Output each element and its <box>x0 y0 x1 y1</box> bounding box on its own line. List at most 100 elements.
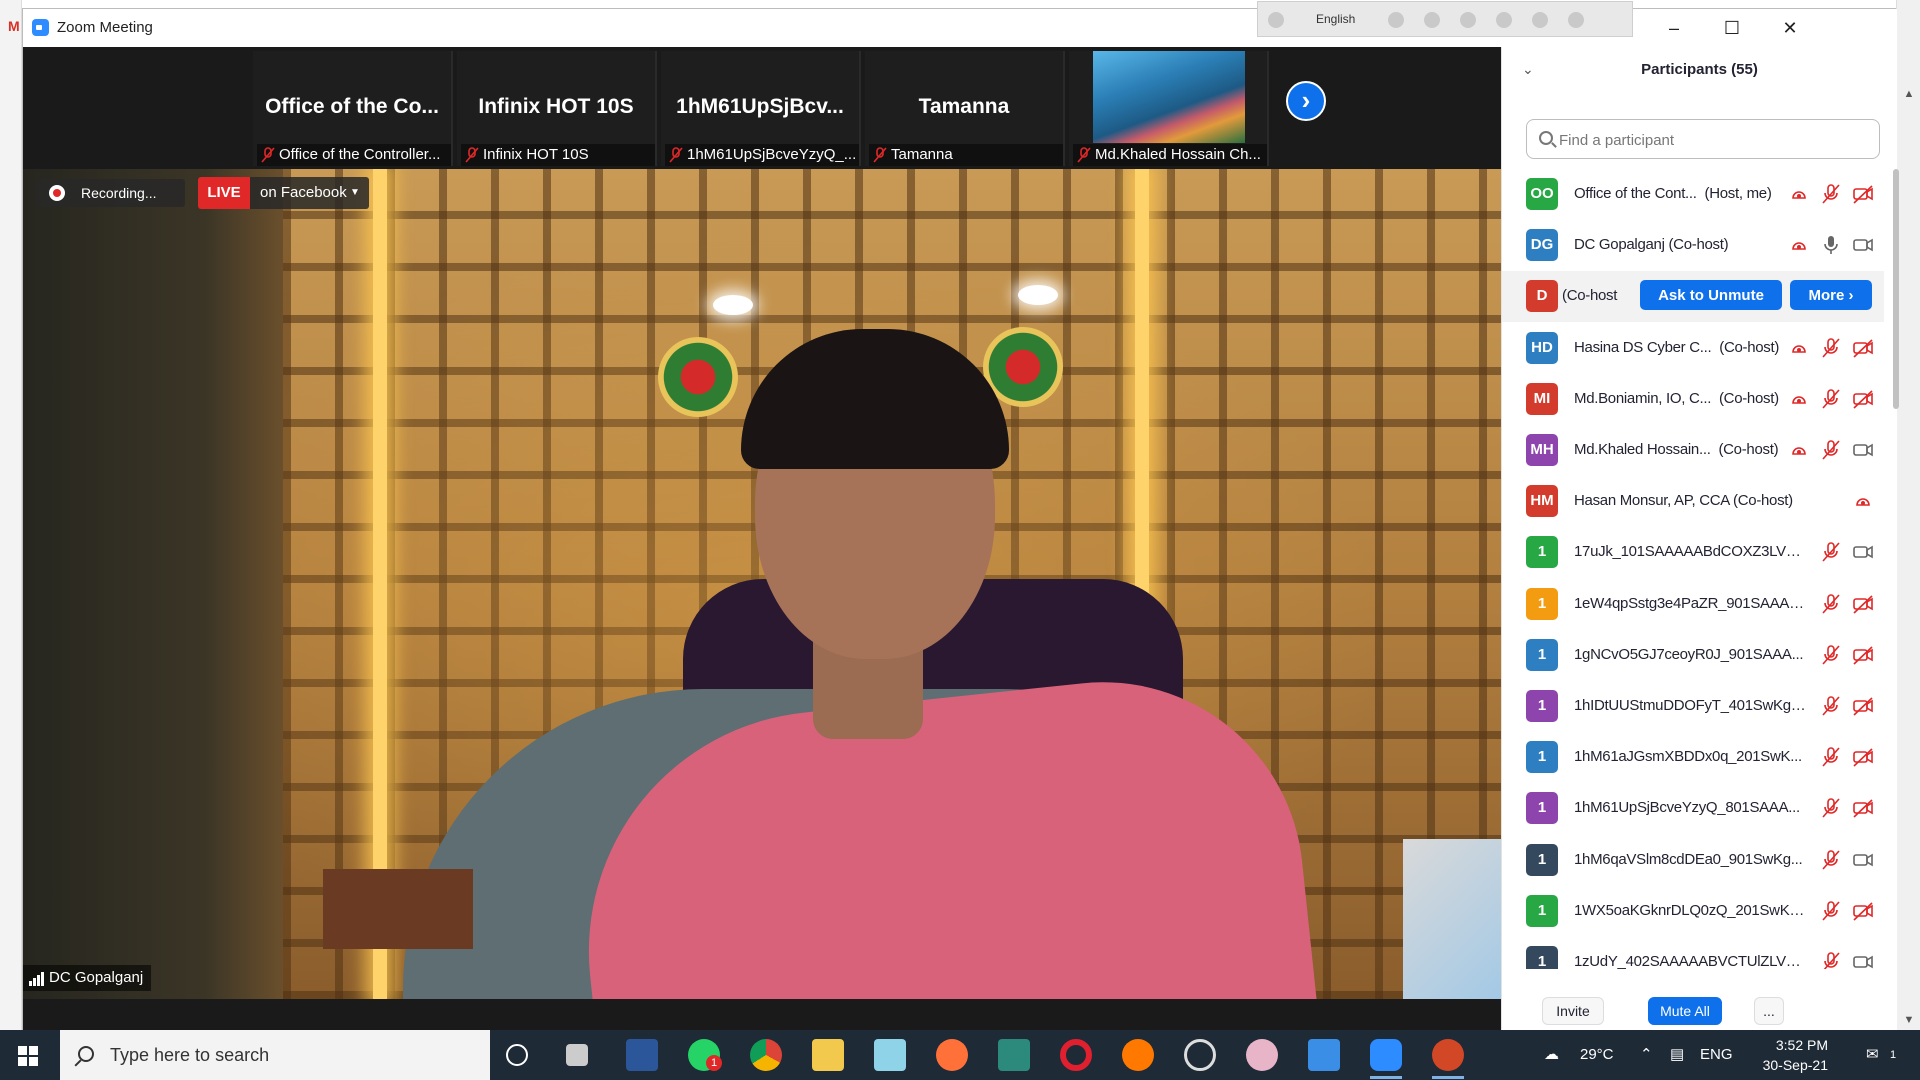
participant-row[interactable]: 1 1hM61UpSjBcveYzyQ_801SAAA... <box>1502 783 1884 834</box>
participant-row[interactable]: HM Hasan Monsur, AP, CCA (Co-host) <box>1502 476 1884 527</box>
mic-muted-icon[interactable] <box>1820 183 1842 205</box>
info-icon[interactable] <box>1568 12 1584 28</box>
avatar: 1 <box>1526 690 1558 722</box>
mic-muted-icon[interactable] <box>1820 439 1842 461</box>
taskbar-search-placeholder: Type here to search <box>110 1045 270 1065</box>
participant-search[interactable] <box>1526 119 1880 159</box>
mic-muted-icon[interactable] <box>1820 337 1842 359</box>
more-options-button[interactable]: ... <box>1754 997 1784 1025</box>
recording-status-icon <box>1788 234 1810 256</box>
word-icon[interactable] <box>626 1039 658 1071</box>
participant-row[interactable]: 1 1hIDtUUStmuDDOFyT_401SwKgr... <box>1502 681 1884 732</box>
scroll-up-icon[interactable]: ▲ <box>1901 86 1917 102</box>
windows-start-icon[interactable] <box>18 1046 38 1066</box>
weather-temp[interactable]: 29°C <box>1580 1030 1614 1080</box>
mic-muted-icon[interactable] <box>1820 746 1842 768</box>
photos-icon[interactable] <box>1308 1039 1340 1071</box>
file-explorer-icon[interactable] <box>812 1039 844 1071</box>
obs-icon[interactable] <box>1184 1039 1216 1071</box>
cortana-icon[interactable] <box>506 1044 528 1066</box>
cloud-icon[interactable] <box>1388 12 1404 28</box>
edge-icon[interactable] <box>1496 12 1512 28</box>
keyboard-icon[interactable] <box>1268 12 1284 28</box>
participant-row[interactable]: 1 1hM61aJGsmXBDDx0q_201SwK... <box>1502 732 1884 783</box>
taskbar-search[interactable]: Type here to search <box>60 1030 490 1080</box>
mic-muted-icon[interactable] <box>1820 541 1842 563</box>
help-icon[interactable] <box>1532 12 1548 28</box>
background-scrollbar[interactable]: ▲ ▼ <box>1896 0 1920 1030</box>
participant-name: 1hM61aJGsmXBDDx0q_201SwK... <box>1574 748 1806 765</box>
participant-row[interactable]: D (Co-host Ask to Unmute More › <box>1502 271 1884 322</box>
participant-status-icons <box>1784 439 1874 461</box>
avatar: 1 <box>1526 741 1558 773</box>
thumbnail-tile[interactable]: Md.Khaled Hossain Ch... <box>1069 51 1269 166</box>
participant-role: (Host, me) <box>1700 185 1772 202</box>
mic-muted-icon[interactable] <box>1820 849 1842 871</box>
participant-list[interactable]: OO Office of the Cont... (Host, me) DG DC G… <box>1502 169 1884 969</box>
participant-name: 1eW4qpSstg3e4PaZR_901SAAAA... <box>1574 595 1806 612</box>
close-button[interactable]: ✕ <box>1767 13 1813 43</box>
mute-all-button[interactable]: Mute All <box>1648 997 1722 1025</box>
live-stream-indicator[interactable]: LIVE on Facebook ▼ <box>198 177 369 209</box>
paint-icon[interactable] <box>1246 1039 1278 1071</box>
notes-icon[interactable] <box>874 1039 906 1071</box>
mic-icon[interactable] <box>1820 234 1842 256</box>
thumbnail-tile[interactable]: Tamanna Tamanna <box>865 51 1065 166</box>
task-view-icon[interactable] <box>566 1044 588 1066</box>
next-page-button[interactable]: › <box>1286 81 1326 121</box>
ask-to-unmute-button[interactable]: Ask to Unmute <box>1640 280 1782 310</box>
mic-muted-icon[interactable] <box>1820 900 1842 922</box>
zoom-icon[interactable] <box>1370 1039 1402 1079</box>
powerpoint-icon[interactable] <box>1432 1039 1464 1079</box>
participant-list-scrollbar[interactable] <box>1893 169 1899 409</box>
participant-row[interactable]: OO Office of the Cont... (Host, me) <box>1502 169 1884 220</box>
participant-row[interactable]: 1 1zUdY_402SAAAAABVCTUlZLVds... <box>1502 937 1884 969</box>
maximize-button[interactable]: ☐ <box>1709 13 1755 43</box>
camtasia-icon[interactable] <box>998 1039 1030 1071</box>
more-button[interactable]: More › <box>1790 280 1872 310</box>
avatar: 1 <box>1526 895 1558 927</box>
chevron-down-icon: ▼ <box>350 187 360 198</box>
clock-time: 3:52 PM <box>1775 1037 1828 1053</box>
mic-muted-icon[interactable] <box>1820 388 1842 410</box>
participant-row[interactable]: HD Hasina DS Cyber C... (Co-host) <box>1502 323 1884 374</box>
settings-icon[interactable] <box>1460 12 1476 28</box>
language-label[interactable]: English <box>1316 12 1355 26</box>
participant-row[interactable]: 1 1WX5oaKGknrDLQ0zQ_201SwKg... <box>1502 886 1884 937</box>
invite-button[interactable]: Invite <box>1542 997 1604 1025</box>
participant-row[interactable]: MI Md.Boniamin, IO, C... (Co-host) <box>1502 374 1884 425</box>
minimize-button[interactable]: – <box>1651 13 1697 43</box>
thumbnail-tile[interactable]: Office of the Co... Office of the Contro… <box>253 51 453 166</box>
thumbnail-tile[interactable]: Infinix HOT 10S Infinix HOT 10S <box>457 51 657 166</box>
participant-search-input[interactable] <box>1559 128 1859 152</box>
recording-indicator[interactable]: Recording... <box>35 179 185 207</box>
opera-icon[interactable] <box>1060 1039 1092 1071</box>
mic-muted-icon[interactable] <box>1820 644 1842 666</box>
language-toolbar: English <box>1257 1 1633 37</box>
participant-row[interactable]: 1 17uJk_101SAAAAABdCOXZ3LVN... <box>1502 527 1884 578</box>
input-language[interactable]: ENG <box>1700 1030 1733 1080</box>
avast-icon[interactable] <box>1122 1039 1154 1071</box>
notification-icon[interactable]: ✉ <box>1866 1030 1879 1080</box>
participant-row[interactable]: 1 1eW4qpSstg3e4PaZR_901SAAAA... <box>1502 579 1884 630</box>
thumbnail-label: Office of the Controller... <box>257 144 451 166</box>
participant-row[interactable]: 1 1gNCvO5GJ7ceoyR0J_901SAAA... <box>1502 630 1884 681</box>
tray-chevron-icon[interactable]: ⌃ <box>1640 1030 1653 1080</box>
participant-row[interactable]: DG DC Gopalganj (Co-host) <box>1502 220 1884 271</box>
participant-row[interactable]: 1 1hM6qaVSlm8cdDEa0_901SwKg... <box>1502 835 1884 886</box>
firefox-icon[interactable] <box>936 1039 968 1071</box>
whatsapp-icon[interactable]: 1 <box>688 1039 722 1071</box>
mic-muted-icon[interactable] <box>1820 951 1842 969</box>
chrome-icon[interactable] <box>750 1039 782 1071</box>
system-clock[interactable]: 3:52 PM 30-Sep-21 <box>1748 1035 1828 1075</box>
mic-muted-icon[interactable] <box>1820 797 1842 819</box>
network-icon[interactable]: ▤ <box>1670 1030 1684 1080</box>
participant-row[interactable]: MH Md.Khaled Hossain... (Co-host) <box>1502 425 1884 476</box>
weather-icon[interactable]: ☁ <box>1544 1030 1568 1080</box>
avatar: 1 <box>1526 639 1558 671</box>
scroll-down-icon[interactable]: ▼ <box>1901 1012 1917 1028</box>
thumbnail-tile[interactable]: 1hM61UpSjBcv... 1hM61UpSjBcveYzyQ_... <box>661 51 861 166</box>
pin-icon[interactable] <box>1424 12 1440 28</box>
mic-muted-icon[interactable] <box>1820 593 1842 615</box>
mic-muted-icon[interactable] <box>1820 695 1842 717</box>
